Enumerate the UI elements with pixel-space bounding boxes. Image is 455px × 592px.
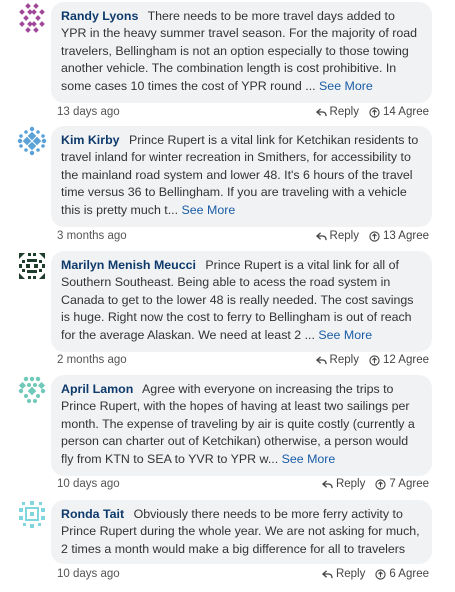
comment-bubble: Kim Kirby Prince Rupert is a vital link … xyxy=(51,126,432,227)
agree-button[interactable]: 7 Agree xyxy=(375,478,429,490)
reply-arrow-icon xyxy=(315,355,327,364)
reply-button[interactable]: Reply xyxy=(321,568,366,580)
comment-timestamp: 13 days ago xyxy=(57,106,120,118)
agree-button[interactable]: 12 Agree xyxy=(369,354,429,366)
comment-timestamp: 10 days ago xyxy=(57,568,120,580)
see-more-link[interactable]: See More xyxy=(282,452,336,466)
reply-button[interactable]: Reply xyxy=(321,478,366,490)
arrow-up-circle-icon xyxy=(369,106,380,118)
avatar[interactable] xyxy=(17,126,47,156)
arrow-up-circle-icon xyxy=(375,478,386,490)
agree-button[interactable]: 6 Agree xyxy=(375,568,429,580)
arrow-up-circle-icon xyxy=(375,568,386,580)
comment-author[interactable]: Kim Kirby xyxy=(61,133,120,147)
comment-timestamp: 10 days ago xyxy=(57,478,120,490)
comment-actions: Reply 14 Agree xyxy=(315,106,429,118)
comment-actions: Reply 6 Agree xyxy=(321,568,429,580)
agree-count: 14 Agree xyxy=(382,106,429,118)
see-more-link[interactable]: See More xyxy=(318,328,372,342)
reply-button[interactable]: Reply xyxy=(315,230,359,242)
comment-author[interactable]: Randy Lyons xyxy=(61,9,138,23)
comment-meta: 2 months ago Reply 12 Agree xyxy=(57,354,429,370)
agree-count: 7 Agree xyxy=(389,478,429,490)
see-more-link[interactable]: See More xyxy=(182,203,236,217)
geometric-avatar-icon xyxy=(19,501,45,528)
geometric-avatar-icon xyxy=(18,376,46,403)
arrow-up-circle-icon xyxy=(369,354,380,366)
comment-bubble: Ronda Tait Obviously there needs to be m… xyxy=(51,500,432,564)
avatar[interactable] xyxy=(17,251,47,281)
avatar[interactable] xyxy=(17,3,47,33)
reply-arrow-icon xyxy=(321,479,333,488)
comment-author[interactable]: Marilyn Menish Meucci xyxy=(61,258,196,272)
geometric-avatar-icon xyxy=(17,126,47,156)
comment-bubble: Marilyn Menish Meucci Prince Rupert is a… xyxy=(51,251,432,352)
comment-bubble: April Lamon Agree with everyone on incre… xyxy=(51,375,432,476)
reply-label: Reply xyxy=(329,106,359,118)
geometric-avatar-icon xyxy=(19,3,45,33)
comment-meta: 13 days ago Reply 14 Agree xyxy=(57,106,429,122)
agree-button[interactable]: 14 Agree xyxy=(369,106,429,118)
comment-timestamp: 3 months ago xyxy=(57,230,127,242)
comment-actions: Reply 13 Agree xyxy=(315,230,429,242)
see-more-link[interactable]: See More xyxy=(319,79,373,93)
agree-count: 6 Agree xyxy=(389,568,429,580)
comment-timestamp: 2 months ago xyxy=(57,354,127,366)
comment-actions: Reply 12 Agree xyxy=(315,354,429,366)
geometric-avatar-icon xyxy=(19,253,45,279)
comment-bubble: Randy Lyons There needs to be more trave… xyxy=(51,2,432,103)
agree-button[interactable]: 13 Agree xyxy=(369,230,429,242)
reply-label: Reply xyxy=(329,230,359,242)
reply-label: Reply xyxy=(335,478,366,490)
reply-label: Reply xyxy=(335,568,366,580)
arrow-up-circle-icon xyxy=(369,230,380,242)
comment-author[interactable]: April Lamon xyxy=(61,382,133,396)
reply-button[interactable]: Reply xyxy=(315,354,359,366)
reply-arrow-icon xyxy=(315,107,327,116)
reply-label: Reply xyxy=(329,354,359,366)
comment-author[interactable]: Ronda Tait xyxy=(61,507,124,521)
reply-arrow-icon xyxy=(315,231,327,240)
avatar[interactable] xyxy=(17,375,47,405)
agree-count: 13 Agree xyxy=(382,230,429,242)
reply-button[interactable]: Reply xyxy=(315,106,359,118)
reply-arrow-icon xyxy=(321,569,333,578)
agree-count: 12 Agree xyxy=(382,354,429,366)
comment-meta: 3 months ago Reply 13 Agree xyxy=(57,230,429,246)
comment-actions: Reply 7 Agree xyxy=(321,478,429,490)
comment-meta: 10 days ago Reply 6 Agree xyxy=(57,568,429,584)
comment-meta: 10 days ago Reply 7 Agree xyxy=(57,478,429,494)
avatar[interactable] xyxy=(17,500,47,530)
